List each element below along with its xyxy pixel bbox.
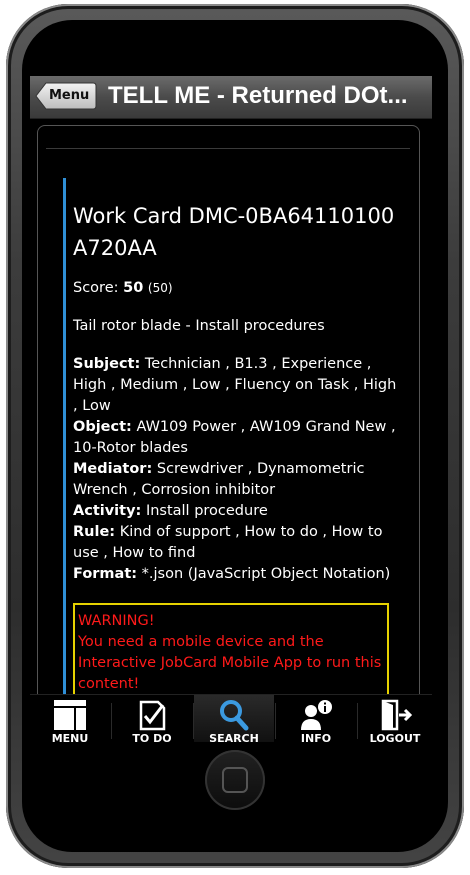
score-line: Score: 50 (50): [73, 278, 403, 299]
property-label: Subject:: [73, 356, 141, 372]
score-max: (50): [147, 281, 173, 295]
tab-menu[interactable]: MENU: [30, 695, 110, 742]
menu-back-button[interactable]: Menu: [35, 82, 97, 110]
property-label: Format:: [73, 566, 138, 582]
tab-todo[interactable]: TO DO: [112, 695, 192, 742]
property-activity: Activity: Install procedure: [73, 501, 403, 522]
warning-title: WARNING!: [78, 613, 155, 629]
score-value: 50: [123, 280, 144, 296]
tab-label: SEARCH: [209, 732, 259, 742]
tab-label: LOGOUT: [369, 732, 421, 742]
card-accent-bar: [63, 178, 66, 718]
page-title: TELL ME - Returned DOt...: [108, 82, 408, 109]
checklist-icon: [139, 700, 166, 731]
property-label: Rule:: [73, 524, 116, 540]
property-subject: Subject: Technician , B1.3 , Experience …: [73, 354, 403, 417]
property-mediator: Mediator: Screwdriver , Dynamometric Wre…: [73, 459, 403, 501]
divider: [46, 148, 410, 149]
menu-button-label: Menu: [49, 88, 90, 103]
property-value: Kind of support , How to do , How to use…: [73, 524, 383, 561]
tab-logout[interactable]: LOGOUT: [358, 695, 432, 742]
warning-box: WARNING! You need a mobile device and th…: [73, 603, 389, 703]
header-bar: Menu TELL ME - Returned DOt...: [30, 76, 432, 119]
property-label: Object:: [73, 419, 132, 435]
app-screen: Menu TELL ME - Returned DOt... Work Card…: [30, 76, 432, 742]
property-value: *.json (JavaScript Object Notation): [141, 566, 391, 582]
property-object: Object: AW109 Power , AW109 Grand New , …: [73, 417, 403, 459]
warning-text: You need a mobile device and the Interac…: [78, 634, 382, 692]
home-square-icon: [222, 767, 248, 793]
tab-search[interactable]: SEARCH: [194, 695, 274, 742]
home-button[interactable]: [205, 750, 265, 810]
property-rule: Rule: Kind of support , How to do , How …: [73, 522, 403, 564]
tab-label: TO DO: [132, 732, 172, 742]
card-properties: Subject: Technician , B1.3 , Experience …: [73, 354, 403, 585]
search-icon: [220, 700, 249, 731]
logout-icon: [381, 699, 413, 731]
menu-grid-icon: [54, 700, 86, 730]
property-value: Install procedure: [145, 503, 268, 519]
property-format: Format: *.json (JavaScript Object Notati…: [73, 564, 403, 585]
info-user-icon: [301, 700, 332, 730]
property-label: Mediator:: [73, 461, 153, 477]
work-card-title: Work Card DMC-0BA64110100A720AA: [73, 204, 395, 260]
score-label: Score:: [73, 280, 119, 296]
tab-label: MENU: [51, 732, 89, 742]
property-label: Activity:: [73, 503, 142, 519]
card-description: Tail rotor blade - Install procedures: [73, 318, 325, 334]
tab-label: INFO: [300, 732, 332, 742]
tab-info[interactable]: INFO: [276, 695, 356, 742]
bottom-tab-bar: MENU TO DO SEARCH INFO LOGOUT: [30, 694, 432, 742]
work-card: Work Card DMC-0BA64110100A720AA Score: 5…: [73, 200, 403, 585]
